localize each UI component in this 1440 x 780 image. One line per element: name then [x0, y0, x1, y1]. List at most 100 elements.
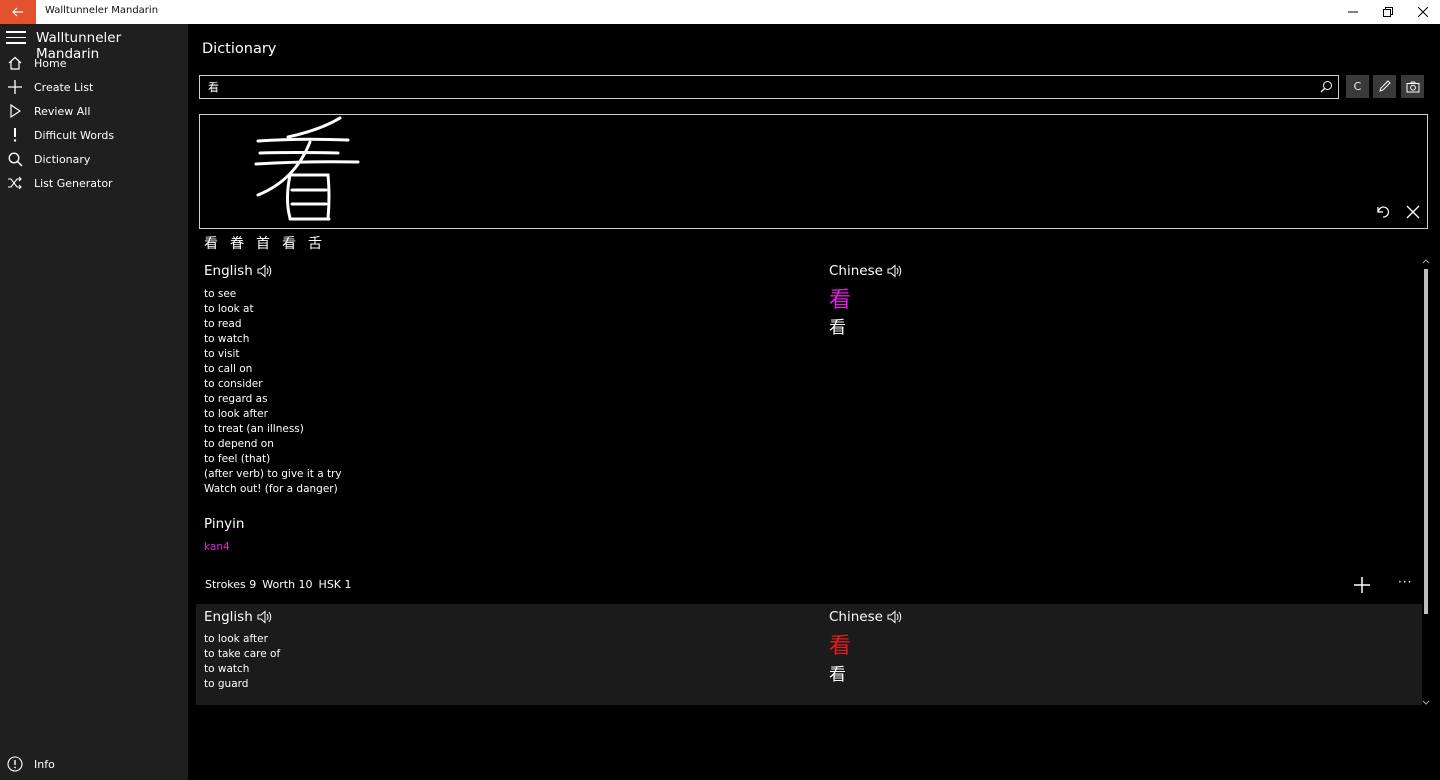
- scroll-thumb[interactable]: [1424, 269, 1428, 614]
- results-scrollbar[interactable]: [1422, 257, 1430, 707]
- definition: to see: [204, 288, 237, 300]
- home-icon: [6, 54, 24, 72]
- camera-button[interactable]: [1401, 75, 1424, 98]
- pinyin-value: kan4: [204, 541, 230, 553]
- speaker-icon[interactable]: [887, 610, 903, 624]
- search-input[interactable]: [208, 79, 1308, 95]
- definition: to look after: [204, 408, 268, 420]
- hanzi-tone-colored: 看: [829, 634, 852, 659]
- entry-stats: Strokes 9 Worth 10 HSK 1: [205, 578, 352, 591]
- maximize-button[interactable]: [1371, 0, 1405, 24]
- dictionary-results: English to see to look at to read to wat…: [196, 257, 1422, 707]
- exclamation-icon: [6, 126, 24, 144]
- sidebar-item-label: Difficult Words: [34, 128, 115, 142]
- candidate-list: 看 眷 首 看 舌: [203, 233, 323, 253]
- stroke-count: Strokes 9: [205, 578, 257, 591]
- candidate-char[interactable]: 首: [255, 233, 271, 253]
- close-icon[interactable]: [1405, 204, 1421, 220]
- sidebar-item-label: Review All: [34, 104, 91, 118]
- hanzi-plain: 看: [829, 665, 846, 685]
- sidebar-item-create-list[interactable]: Create List: [0, 75, 188, 99]
- close-icon: [1418, 7, 1428, 17]
- definition: to watch: [204, 663, 250, 675]
- window-title: Walltunneler Mandarin: [45, 5, 159, 16]
- definition: to consider: [204, 378, 263, 390]
- definition: to call on: [204, 363, 253, 375]
- add-to-list-icon[interactable]: [1354, 577, 1370, 593]
- search-box[interactable]: [199, 75, 1339, 99]
- sidebar-item-label: Info: [34, 757, 55, 771]
- sidebar-item-label: List Generator: [34, 176, 113, 190]
- definition-list: to look after to take care of to watch t…: [204, 632, 280, 692]
- camera-icon: [1406, 81, 1419, 92]
- chinese-header-label: Chinese: [829, 263, 883, 279]
- candidate-char[interactable]: 舌: [307, 233, 323, 253]
- sidebar-item-label: Create List: [34, 80, 94, 94]
- undo-icon[interactable]: [1375, 204, 1391, 220]
- handwriting-canvas[interactable]: [199, 114, 1428, 229]
- definition: to watch: [204, 333, 250, 345]
- chinese-header: Chinese: [829, 609, 903, 625]
- pinyin-header: Pinyin: [204, 516, 245, 532]
- play-icon: [6, 102, 24, 120]
- more-options-icon[interactable]: ···: [1398, 575, 1412, 589]
- pencil-icon: [1379, 80, 1391, 92]
- definition: to guard: [204, 678, 249, 690]
- english-header: English: [204, 263, 273, 279]
- english-header: English: [204, 609, 273, 625]
- candidate-char[interactable]: 眷: [229, 233, 245, 253]
- definition: to treat (an illness): [204, 423, 304, 435]
- info-icon: [6, 755, 24, 773]
- sidebar: Walltunneler Mandarin Home Create List R…: [0, 24, 188, 780]
- handwritten-strokes: [254, 116, 360, 221]
- definition: Watch out! (for a danger): [204, 483, 338, 495]
- back-button[interactable]: [0, 0, 36, 24]
- dictionary-entry[interactable]: English to see to look at to read to wat…: [196, 257, 1422, 604]
- search-icon[interactable]: [1320, 80, 1333, 93]
- speaker-icon[interactable]: [257, 610, 273, 624]
- definition: (after verb) to give it a try: [204, 468, 342, 480]
- search-icon: [6, 150, 24, 168]
- definition-list: to see to look at to read to watch to vi…: [204, 287, 342, 497]
- definition: to feel (that): [204, 453, 271, 465]
- minimize-icon: [1348, 11, 1358, 13]
- hsk-level: HSK 1: [318, 578, 352, 591]
- main-content: Dictionary C: [188, 24, 1440, 780]
- speaker-icon[interactable]: [257, 264, 273, 278]
- dictionary-entry[interactable]: English to look after to take care of to…: [196, 604, 1422, 705]
- definition: to look at: [204, 303, 254, 315]
- minimize-button[interactable]: [1336, 0, 1370, 24]
- sidebar-item-list-generator[interactable]: List Generator: [0, 171, 188, 195]
- sidebar-item-home[interactable]: Home: [0, 51, 188, 75]
- chinese-header: Chinese: [829, 263, 903, 279]
- hamburger-menu-icon[interactable]: [6, 31, 26, 45]
- sidebar-item-review-all[interactable]: Review All: [0, 99, 188, 123]
- definition: to take care of: [204, 648, 281, 660]
- english-header-label: English: [204, 609, 253, 625]
- shuffle-icon: [6, 174, 24, 192]
- definition: to visit: [204, 348, 240, 360]
- sidebar-item-label: Home: [34, 56, 67, 70]
- definition: to read: [204, 318, 242, 330]
- sidebar-item-label: Dictionary: [34, 152, 91, 166]
- clear-char-button[interactable]: C: [1346, 75, 1369, 98]
- sidebar-item-dictionary[interactable]: Dictionary: [0, 147, 188, 171]
- definition: to depend on: [204, 438, 274, 450]
- candidate-char[interactable]: 看: [281, 233, 297, 253]
- worth-value: Worth 10: [262, 578, 313, 591]
- close-window-button[interactable]: [1406, 0, 1440, 24]
- scroll-down-icon[interactable]: [1422, 699, 1430, 707]
- definition: to look after: [204, 633, 268, 645]
- plus-icon: [6, 78, 24, 96]
- clear-button-label: C: [1353, 80, 1362, 93]
- scroll-up-icon[interactable]: [1422, 257, 1430, 265]
- sidebar-item-info[interactable]: Info: [0, 752, 188, 776]
- hanzi-tone-colored: 看: [829, 288, 852, 313]
- handwriting-button[interactable]: [1373, 75, 1396, 98]
- speaker-icon[interactable]: [887, 264, 903, 278]
- english-header-label: English: [204, 263, 253, 279]
- hanzi-plain: 看: [829, 318, 846, 338]
- candidate-char[interactable]: 看: [203, 233, 219, 253]
- sidebar-item-difficult-words[interactable]: Difficult Words: [0, 123, 188, 147]
- title-bar: Walltunneler Mandarin: [0, 0, 1440, 24]
